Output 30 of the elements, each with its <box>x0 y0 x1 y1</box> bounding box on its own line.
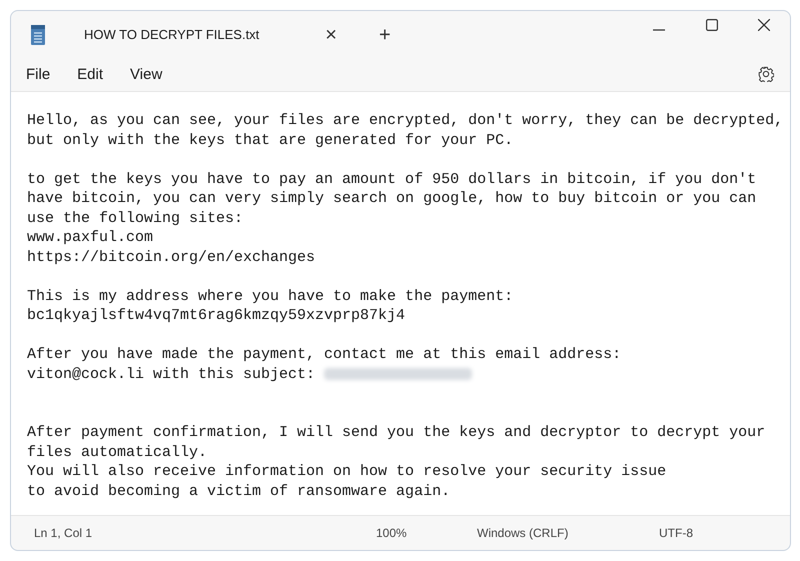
menu-item[interactable]: File <box>26 64 50 86</box>
tab-title[interactable]: HOW TO DECRYPT FILES.txt <box>84 25 260 45</box>
cursor-position: Ln 1, Col 1 <box>34 525 94 542</box>
text-line: to avoid becoming a victim of ransomware again. <box>27 482 450 501</box>
text-line: Hello, as you can see, your files are encrypted, don't worry, they can be decrypted, <box>27 111 784 130</box>
text-line: to get the keys you have to pay an amount of 950 dollars in bitcoin, if you don't <box>27 170 756 189</box>
text-area[interactable] <box>11 91 790 516</box>
close-tab-button[interactable]: × <box>325 25 337 45</box>
text-line: have bitcoin, you can very simply search on google, how to buy bitcoin or you can <box>27 189 756 208</box>
text-line: You will also receive information on how to resolve your security issue <box>27 462 666 482</box>
encoding: UTF-8 <box>659 525 693 542</box>
notepad-icon <box>31 25 45 45</box>
menu-item[interactable]: View <box>130 64 162 86</box>
text-line: https://bitcoin.org/en/exchanges <box>27 248 316 267</box>
text-line: After you have made the payment, contact me at this email address: <box>27 345 622 364</box>
text-line: viton@cock.li with this subject: <box>27 364 316 384</box>
text-line: but only with the keys that are generated for your PC. <box>27 130 514 150</box>
settings-icon[interactable] <box>758 66 774 82</box>
text-line: www.paxful.com <box>27 228 154 248</box>
text-line: This is my address where you have to make the payment: <box>27 286 514 306</box>
line-endings: Windows (CRLF) <box>477 525 570 542</box>
maximize-icon[interactable] <box>706 19 718 31</box>
text-line: bc1qkyajlsftw4vq7mt6rag6kmzqy59xzvprp87kj4 <box>27 306 406 326</box>
zoom-level: 100% <box>376 525 408 542</box>
text-line: After payment confirmation, I will send you the keys and decryptor to decrypt your <box>27 423 766 442</box>
menu-item[interactable]: Edit <box>77 64 104 86</box>
new-tab-button[interactable]: + <box>378 25 391 45</box>
text-line: files automatically. <box>27 442 208 462</box>
text-line: use the following sites: <box>27 208 244 228</box>
close-icon[interactable] <box>758 19 770 31</box>
